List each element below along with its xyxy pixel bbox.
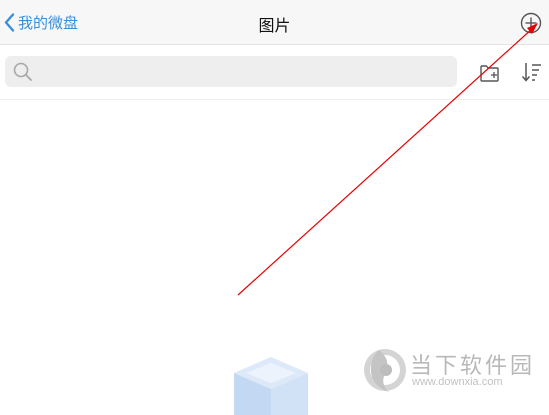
watermark: 当下软件园 www.downxia.com (362, 346, 547, 396)
empty-box-icon (234, 357, 308, 415)
page-title: 图片 (258, 16, 291, 35)
watermark-logo-icon (364, 349, 406, 392)
navigation-bar: 我的微盘 图片 (0, 0, 549, 45)
search-icon (13, 62, 32, 81)
app-screen: 我的微盘 图片 当下软件园 www.downxia.com (0, 0, 549, 415)
search-toolbar (0, 45, 549, 100)
folder-plus-icon[interactable] (479, 63, 501, 83)
search-bar[interactable] (5, 56, 457, 87)
plus-circle-icon[interactable] (520, 12, 542, 34)
search-input[interactable] (39, 62, 443, 81)
watermark-url: www.downxia.com (412, 376, 503, 388)
sort-icon[interactable] (521, 61, 543, 83)
